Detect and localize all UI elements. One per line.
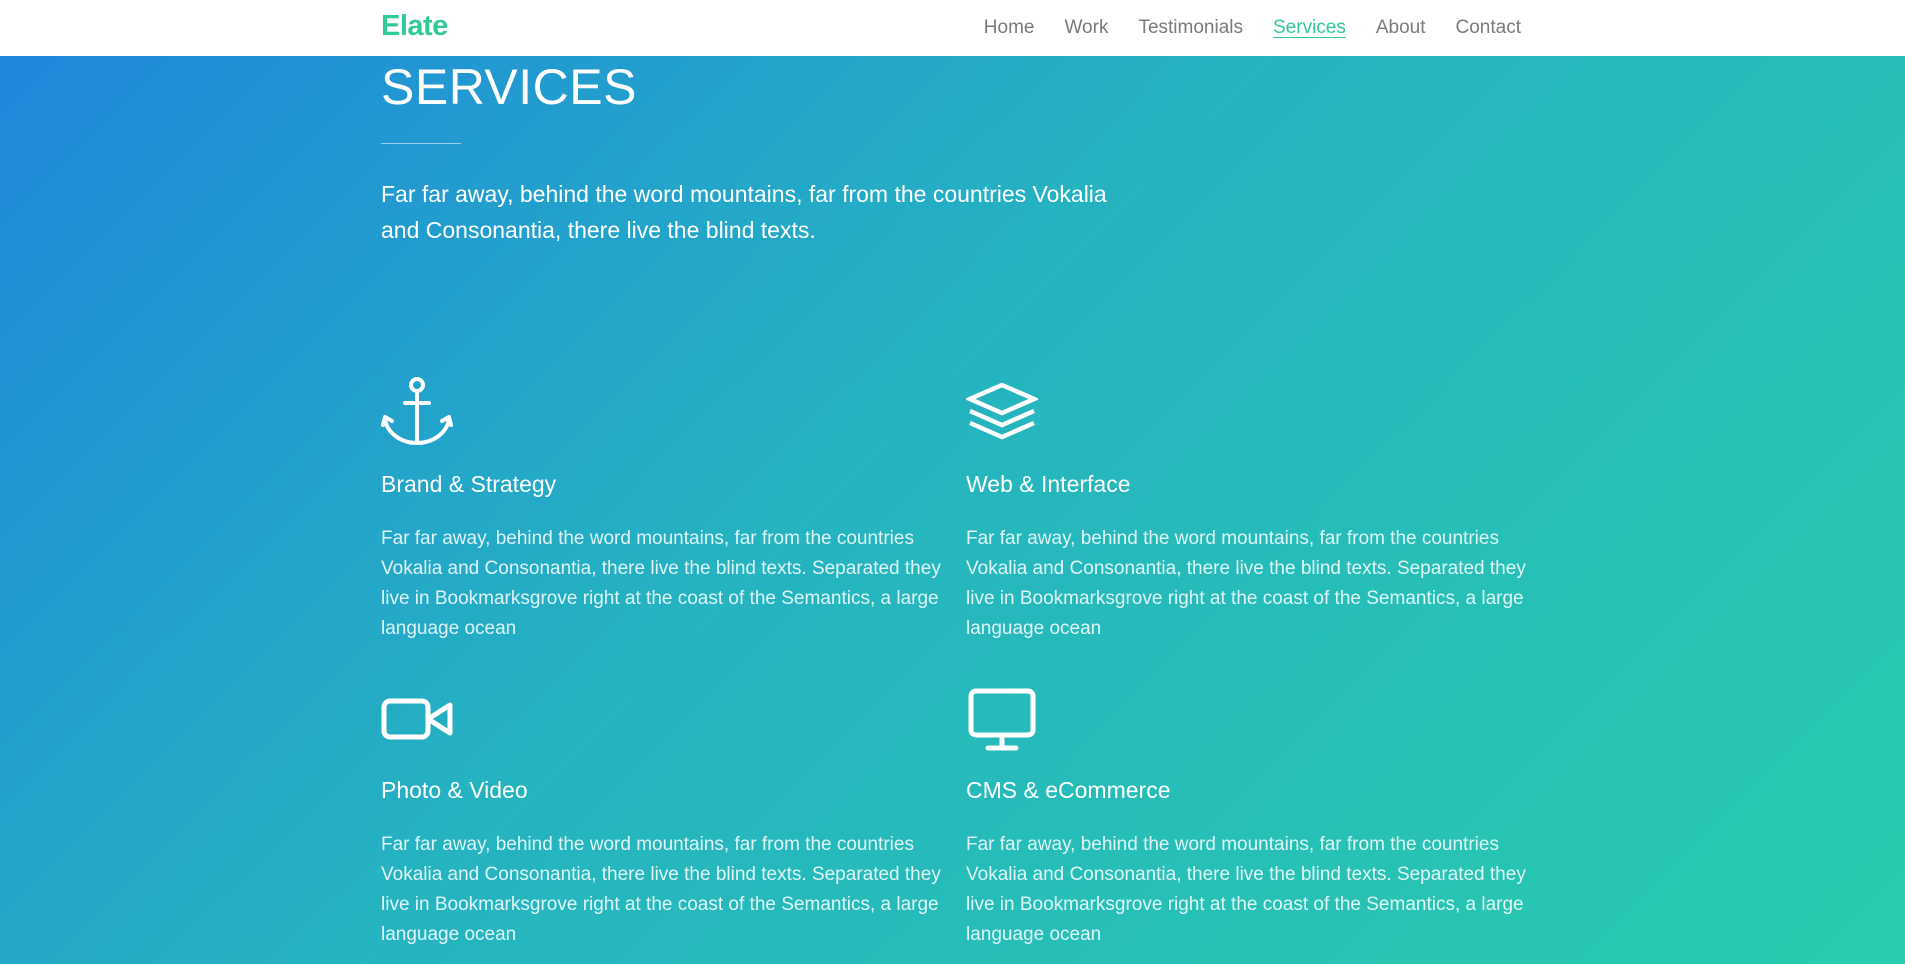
service-item: Brand & Strategy Far far away, behind th… — [381, 375, 941, 644]
service-item: Web & Interface Far far away, behind the… — [966, 375, 1526, 644]
service-title: CMS & eCommerce — [966, 777, 1171, 803]
service-title: Web & Interface — [966, 471, 1131, 497]
video-camera-icon — [381, 698, 453, 740]
service-item: CMS & eCommerce Far far away, behind the… — [966, 681, 1526, 950]
layers-icon — [966, 382, 1038, 440]
nav-link-testimonials[interactable]: Testimonials — [1138, 17, 1243, 39]
monitor-icon — [968, 688, 1036, 751]
nav-link-home[interactable]: Home — [984, 17, 1035, 39]
nav-menu: Home Work Testimonials Services About Co… — [984, 17, 1521, 39]
service-title: Photo & Video — [381, 777, 528, 803]
section-title: SERVICES — [381, 59, 637, 115]
anchor-icon — [381, 377, 453, 445]
navbar: Elate Home Work Testimonials Services Ab… — [0, 0, 1905, 56]
service-description: Far far away, behind the word mountains,… — [381, 528, 941, 639]
nav-link-contact[interactable]: Contact — [1456, 17, 1521, 39]
service-title: Brand & Strategy — [381, 471, 557, 497]
section-lead: Far far away, behind the word mountains,… — [381, 181, 1107, 243]
nav-link-work[interactable]: Work — [1064, 17, 1108, 39]
brand-logo[interactable]: Elate — [381, 10, 448, 43]
title-divider — [381, 143, 461, 144]
service-description: Far far away, behind the word mountains,… — [381, 834, 941, 945]
service-description: Far far away, behind the word mountains,… — [966, 528, 1526, 639]
nav-link-about[interactable]: About — [1376, 17, 1426, 39]
service-item: Photo & Video Far far away, behind the w… — [381, 681, 941, 950]
service-description: Far far away, behind the word mountains,… — [966, 834, 1526, 945]
nav-link-services[interactable]: Services — [1273, 17, 1346, 39]
